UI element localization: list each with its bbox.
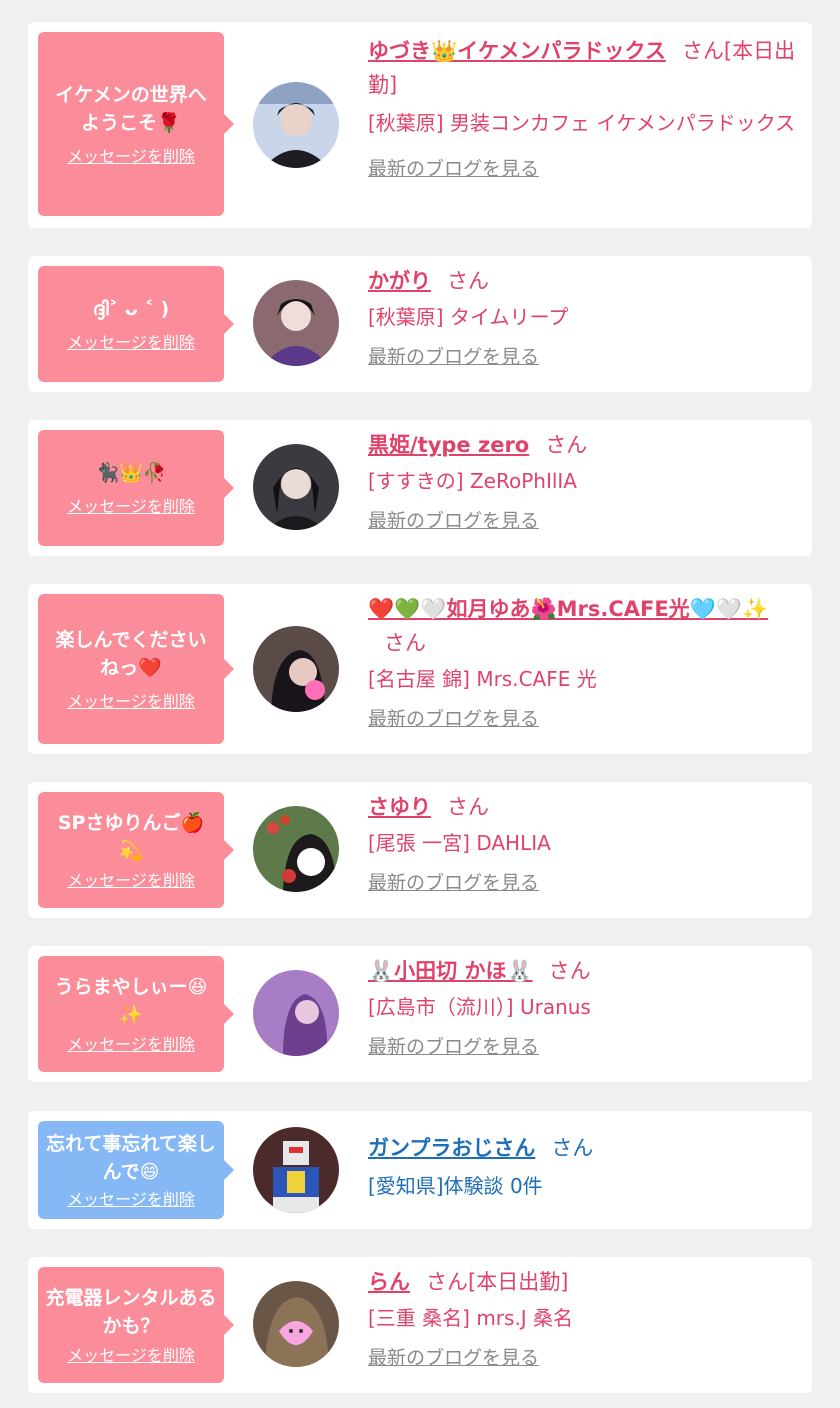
- user-name-link[interactable]: ❤️💚🤍如月ゆあ🌺Mrs.CAFE光🩵🤍✨: [368, 597, 768, 621]
- message-text: ദ്ദി˃ ᴗ ˂ ): [92, 298, 170, 320]
- user-name-link[interactable]: 黒姫/type zero: [368, 433, 529, 457]
- user-suffix: さん: [447, 269, 489, 293]
- message-text: イケメンの世界へようこそ🌹: [55, 84, 207, 134]
- message-bubble: イケメンの世界へようこそ🌹 メッセージを削除: [38, 32, 234, 216]
- shop-label: [尾張 一宮] DAHLIA: [368, 831, 551, 855]
- user-info: ゆづき👑イケメンパラドックス さん[本日出勤] [秋葉原] 男装コンカフェ イケメ…: [368, 34, 800, 182]
- delete-message-link[interactable]: メッセージを削除: [67, 871, 195, 891]
- latest-blog-link[interactable]: 最新のブログを見る: [368, 1345, 539, 1371]
- message-bubble: 忘れて事忘れて楽しんで😄 メッセージを削除: [38, 1121, 234, 1219]
- delete-message-link[interactable]: メッセージを削除: [67, 1190, 195, 1210]
- list-item: 忘れて事忘れて楽しんで😄 メッセージを削除 ガンプラおじさん さん [愛知県]体験…: [28, 1111, 812, 1229]
- list-item: 充電器レンタルあるかも？ メッセージを削除 らん さん[本日出勤] [三重 桑名]…: [28, 1257, 812, 1393]
- latest-blog-link[interactable]: 最新のブログを見る: [368, 870, 539, 896]
- delete-message-link[interactable]: メッセージを削除: [67, 147, 195, 167]
- message-text: SPさゆりんご🍎💫: [57, 812, 205, 862]
- message-text: うらまやしぃー😆✨: [54, 976, 208, 1026]
- user-suffix: さん: [447, 795, 489, 819]
- avatar[interactable]: [253, 1127, 339, 1213]
- avatar[interactable]: [253, 626, 339, 712]
- latest-blog-link[interactable]: 最新のブログを見る: [368, 344, 539, 370]
- avatar[interactable]: [253, 280, 339, 366]
- latest-blog-link[interactable]: 最新のブログを見る: [368, 1034, 539, 1060]
- message-text: 楽しんでくださいねっ❤️: [55, 629, 207, 679]
- avatar[interactable]: [253, 444, 339, 530]
- shop-label: [秋葉原] タイムリープ: [368, 305, 569, 329]
- latest-blog-link[interactable]: 最新のブログを見る: [368, 706, 539, 732]
- delete-message-link[interactable]: メッセージを削除: [67, 497, 195, 517]
- user-info: 黒姫/type zero さん [すすきの] ZeRoPhIlIA 最新のブログを…: [368, 428, 800, 534]
- user-info: らん さん[本日出勤] [三重 桑名] mrs.J 桑名 最新のブログを見る: [368, 1265, 800, 1371]
- user-name-link[interactable]: らん: [368, 1270, 410, 1294]
- message-bubble: 楽しんでくださいねっ❤️ メッセージを削除: [38, 594, 234, 744]
- delete-message-link[interactable]: メッセージを削除: [67, 692, 195, 712]
- list-item: SPさゆりんご🍎💫 メッセージを削除 さゆり さん [尾張 一宮] DAHLIA …: [28, 782, 812, 918]
- avatar[interactable]: [253, 82, 339, 168]
- delete-message-link[interactable]: メッセージを削除: [67, 333, 195, 353]
- latest-blog-link[interactable]: 最新のブログを見る: [368, 156, 539, 182]
- avatar[interactable]: [253, 970, 339, 1056]
- user-info: 🐰小田切 かほ🐰 さん [広島市（流川）] Uranus 最新のブログを見る: [368, 954, 800, 1060]
- message-bubble: 充電器レンタルあるかも？ メッセージを削除: [38, 1267, 234, 1383]
- message-bubble: うらまやしぃー😆✨ メッセージを削除: [38, 956, 234, 1072]
- user-suffix: さん: [548, 959, 591, 983]
- user-info: ❤️💚🤍如月ゆあ🌺Mrs.CAFE光🩵🤍✨ さん [名古屋 錦] Mrs.CAFE…: [368, 592, 800, 732]
- user-suffix: さん: [384, 631, 426, 655]
- message-text: 忘れて事忘れて楽しんで😄: [46, 1133, 216, 1183]
- message-text: 🐈‍⬛👑🥀: [95, 462, 167, 484]
- list-item: うらまやしぃー😆✨ メッセージを削除 🐰小田切 かほ🐰 さん [広島市（流川）] …: [28, 946, 812, 1082]
- message-list: イケメンの世界へようこそ🌹 メッセージを削除 ゆづき👑イケメンパラドックス さん[…: [0, 0, 840, 1408]
- list-item: 楽しんでくださいねっ❤️ メッセージを削除 ❤️💚🤍如月ゆあ🌺Mrs.CAFE光…: [28, 584, 812, 754]
- list-item: イケメンの世界へようこそ🌹 メッセージを削除 ゆづき👑イケメンパラドックス さん[…: [28, 22, 812, 228]
- user-suffix: さん[本日出勤]: [426, 1270, 569, 1294]
- latest-blog-link[interactable]: 最新のブログを見る: [368, 508, 539, 534]
- user-info: さゆり さん [尾張 一宮] DAHLIA 最新のブログを見る: [368, 790, 800, 896]
- shop-label: [すすきの] ZeRoPhIlIA: [368, 469, 577, 493]
- message-bubble: 🐈‍⬛👑🥀 メッセージを削除: [38, 430, 234, 546]
- shop-label: [広島市（流川）] Uranus: [368, 995, 591, 1019]
- list-item: ദ്ദി˃ ᴗ ˂ ) メッセージを削除 かがり さん [秋葉原] タイムリープ …: [28, 256, 812, 392]
- shop-label: [三重 桑名] mrs.J 桑名: [368, 1306, 574, 1330]
- avatar[interactable]: [253, 1281, 339, 1367]
- message-bubble: ദ്ദി˃ ᴗ ˂ ) メッセージを削除: [38, 266, 234, 382]
- user-suffix: さん: [551, 1136, 594, 1160]
- list-item: 🐈‍⬛👑🥀 メッセージを削除 黒姫/type zero さん [すすきの] ZeR…: [28, 420, 812, 556]
- shop-label: [秋葉原] 男装コンカフェ イケメンパラドックス: [368, 111, 796, 135]
- message-bubble: SPさゆりんご🍎💫 メッセージを削除: [38, 792, 234, 908]
- user-name-link[interactable]: ゆづき👑イケメンパラドックス: [368, 39, 666, 63]
- shop-label: [愛知県]体験談 0件: [368, 1174, 543, 1198]
- user-name-link[interactable]: さゆり: [368, 795, 431, 819]
- delete-message-link[interactable]: メッセージを削除: [67, 1035, 195, 1055]
- message-text: 充電器レンタルあるかも？: [45, 1287, 217, 1337]
- user-info: かがり さん [秋葉原] タイムリープ 最新のブログを見る: [368, 264, 800, 370]
- shop-label: [名古屋 錦] Mrs.CAFE 光: [368, 667, 597, 691]
- user-suffix: さん: [545, 433, 588, 457]
- user-name-link[interactable]: 🐰小田切 かほ🐰: [368, 959, 533, 983]
- user-name-link[interactable]: かがり: [368, 269, 431, 293]
- user-info: ガンプラおじさん さん [愛知県]体験談 0件: [368, 1131, 800, 1203]
- delete-message-link[interactable]: メッセージを削除: [67, 1346, 195, 1366]
- user-name-link[interactable]: ガンプラおじさん: [368, 1136, 535, 1160]
- avatar[interactable]: [253, 806, 339, 892]
